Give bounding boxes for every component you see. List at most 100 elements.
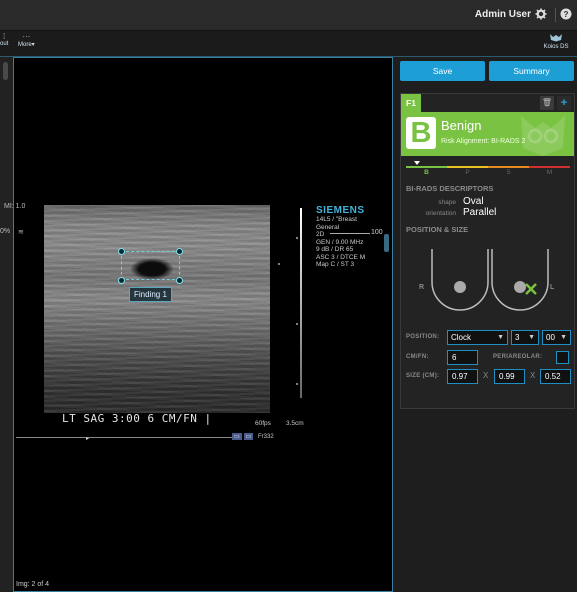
finding-roi-box[interactable] xyxy=(121,251,180,280)
position-select[interactable]: Clock ▼ xyxy=(447,330,508,345)
layout-button[interactable]: ⁞ out xyxy=(0,32,9,48)
position-size-title: POSITION & SIZE xyxy=(406,225,469,234)
cmfn-input[interactable]: 6 xyxy=(447,350,478,365)
clock-hour-value: 3 xyxy=(515,333,520,342)
clock-minute-value: 00 xyxy=(546,333,555,342)
scale-bars xyxy=(406,166,570,168)
gain-value: 100 xyxy=(371,229,383,236)
param-line: 9 dB / DR 65 xyxy=(316,246,354,253)
finding-label[interactable]: Finding 1 xyxy=(129,287,172,302)
classification-banner: B Benign Risk Alignment: BI-RADS 2 xyxy=(401,112,574,156)
summary-button[interactable]: Summary xyxy=(489,61,574,81)
top-bar: Admin User ? xyxy=(0,0,577,31)
roi-handle[interactable] xyxy=(176,248,183,255)
more-button[interactable]: ··· More▾ xyxy=(18,32,35,49)
risk-scale: B P S M xyxy=(406,161,570,176)
viewer-slider-handle[interactable] xyxy=(384,234,389,252)
class-letter: B xyxy=(406,117,436,149)
koios-ds-label: Koios DS xyxy=(543,44,569,50)
finding-tab[interactable]: F1 xyxy=(401,94,421,112)
descriptors-title: BI-RADS DESCRIPTORS xyxy=(406,184,494,193)
breast-diagram[interactable]: R L xyxy=(406,244,570,326)
image-caption: LT SAG 3:00 6 CM/FN | xyxy=(62,412,212,425)
periareolar-label: PERIAREOLAR: xyxy=(493,354,543,360)
size-width-input[interactable]: 0.99 xyxy=(494,369,525,384)
left-scroll-strip xyxy=(0,57,14,592)
scale-label: S xyxy=(506,169,511,176)
periareolar-checkbox[interactable] xyxy=(556,351,569,364)
clock-hour-select[interactable]: 3 ▼ xyxy=(511,330,539,345)
toolbar: ⁞ out ··· More▾ Koios DS xyxy=(0,31,577,57)
add-finding-icon[interactable]: + xyxy=(557,96,571,110)
cine-marker-icon: ▸ xyxy=(86,436,90,442)
roi-handle[interactable] xyxy=(118,277,125,284)
gain-line xyxy=(330,233,370,234)
roi-handle[interactable] xyxy=(118,248,125,255)
save-button[interactable]: Save xyxy=(400,61,485,81)
more-label: More▾ xyxy=(18,42,35,48)
chevron-down-icon: ▼ xyxy=(560,334,567,341)
scale-label: P xyxy=(465,169,470,176)
size-separator: X xyxy=(483,371,489,380)
owl-icon xyxy=(550,34,562,42)
scale-pointer-icon xyxy=(414,161,420,165)
image-viewer[interactable]: MI: 1.0 0% ≋ Finding 1 SIEMENS 14L5 / "B… xyxy=(0,57,393,592)
finding-location-icon xyxy=(525,283,537,295)
koios-ds-button[interactable]: Koios DS xyxy=(540,33,572,50)
gray-scale-bar xyxy=(300,208,302,398)
cine-icon[interactable]: ▭ xyxy=(243,433,254,440)
help-icon[interactable]: ? xyxy=(560,7,572,25)
param-line: 14L5 / "Breast xyxy=(316,216,357,223)
cine-icon[interactable]: ▭ xyxy=(232,433,242,440)
chevron-down-icon: ▼ xyxy=(497,334,504,341)
position-label: POSITION: xyxy=(406,334,440,340)
svg-text:?: ? xyxy=(564,10,569,19)
image-count: Img: 2 of 4 xyxy=(16,581,50,588)
param-line: General xyxy=(316,223,340,231)
divider xyxy=(555,8,556,22)
scale-label: M xyxy=(546,169,553,176)
depth-value: 3.5cm xyxy=(286,420,304,427)
frame-number: Fr332 xyxy=(258,434,274,440)
class-title: Benign xyxy=(441,118,482,133)
frame-rate: 60fps xyxy=(255,420,271,427)
right-breast-label: R xyxy=(419,284,425,291)
roi-handle[interactable] xyxy=(176,277,183,284)
shape-label: shape xyxy=(438,199,456,206)
size-label: SIZE (CM): xyxy=(406,373,440,379)
cine-timeline[interactable] xyxy=(16,437,232,438)
layout-label: out xyxy=(0,41,9,47)
scroll-handle[interactable] xyxy=(3,62,8,80)
depth-marker-icon: ≋ xyxy=(18,229,24,236)
more-icon: ··· xyxy=(22,32,31,41)
gear-icon[interactable] xyxy=(535,7,547,25)
param-line: GEN / 9.00 MHz xyxy=(316,238,364,246)
ruler-percent: 0% xyxy=(0,228,11,235)
breast-outline xyxy=(431,249,549,311)
orientation-label: orientation xyxy=(425,210,456,217)
chevron-down-icon: ▼ xyxy=(528,334,535,341)
clock-minute-select[interactable]: 00 ▼ xyxy=(542,330,571,345)
size-separator: X xyxy=(530,371,536,380)
param-line: ASC 3 / DTCE M xyxy=(316,253,366,261)
user-name[interactable]: Admin User xyxy=(475,9,531,20)
findings-panel: Save Summary F1 🗑 + B Benign Risk Alignm… xyxy=(397,57,577,592)
ultrasound-image[interactable] xyxy=(44,205,270,413)
param-line: Map C / ST 3 xyxy=(316,261,355,268)
scan-parameters: 14L5 / "Breast General 2D GEN / 9.00 MHz… xyxy=(316,216,365,269)
ruler-mi: MI: 1.0 xyxy=(4,203,26,210)
scale-label: B xyxy=(424,169,429,176)
layout-icon: ⁞ xyxy=(3,32,6,41)
cine-controls: ▭ ▭ Fr332 xyxy=(230,433,274,440)
finding-card: F1 🗑 + B Benign Risk Alignment: BI-RADS … xyxy=(400,93,575,409)
manufacturer-logo: SIEMENS xyxy=(316,205,365,216)
size-length-input[interactable]: 0.97 xyxy=(447,369,478,384)
orientation-value[interactable]: Parallel xyxy=(463,207,496,218)
owl-watermark-icon xyxy=(521,116,565,156)
trash-icon[interactable]: 🗑 xyxy=(540,96,554,110)
position-select-value: Clock xyxy=(451,333,472,342)
cmfn-label: CM/FN: xyxy=(406,354,429,360)
left-breast-label: L xyxy=(550,284,555,291)
shape-value[interactable]: Oval xyxy=(463,196,484,207)
size-height-input[interactable]: 0.52 xyxy=(540,369,571,384)
